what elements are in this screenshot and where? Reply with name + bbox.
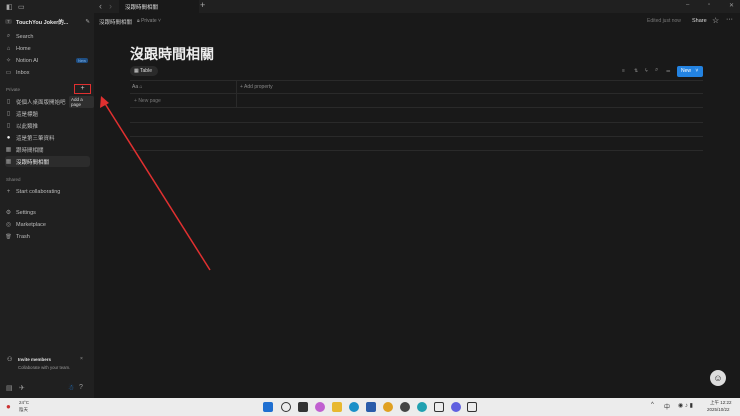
weather-icon[interactable]: ● bbox=[6, 402, 11, 411]
app-icon[interactable] bbox=[451, 402, 461, 412]
annotation-arrow bbox=[100, 96, 211, 271]
copilot-icon[interactable] bbox=[315, 402, 325, 412]
app-icon[interactable] bbox=[400, 402, 410, 412]
task-view-icon[interactable] bbox=[298, 402, 308, 412]
notion-icon[interactable] bbox=[467, 402, 477, 412]
network-icon[interactable]: ◉ ♪ ▮ bbox=[678, 402, 693, 409]
clock-date[interactable]: 2025/10/22 bbox=[707, 407, 730, 412]
taskbar: ● 24°C 陰天 ^ 中 ◉ ♪ ▮ 上午 12:22 2025/10/22 bbox=[0, 398, 740, 416]
chrome-icon[interactable] bbox=[383, 402, 393, 412]
edge-icon[interactable] bbox=[349, 402, 359, 412]
file-explorer-icon[interactable] bbox=[332, 402, 342, 412]
search-icon[interactable] bbox=[281, 402, 291, 412]
tray-chevron-icon[interactable]: ^ bbox=[651, 402, 654, 408]
ime-indicator[interactable]: 中 bbox=[664, 402, 670, 411]
app-icon[interactable] bbox=[417, 402, 427, 412]
assistant-avatar[interactable]: ☺ bbox=[710, 370, 726, 386]
store-icon[interactable] bbox=[366, 402, 376, 412]
weather-temp: 24°C bbox=[19, 400, 30, 405]
notion-icon[interactable] bbox=[434, 402, 444, 412]
weather-text: 陰天 bbox=[19, 407, 28, 412]
clock-time[interactable]: 上午 12:22 bbox=[710, 400, 732, 406]
start-icon[interactable] bbox=[263, 402, 273, 412]
